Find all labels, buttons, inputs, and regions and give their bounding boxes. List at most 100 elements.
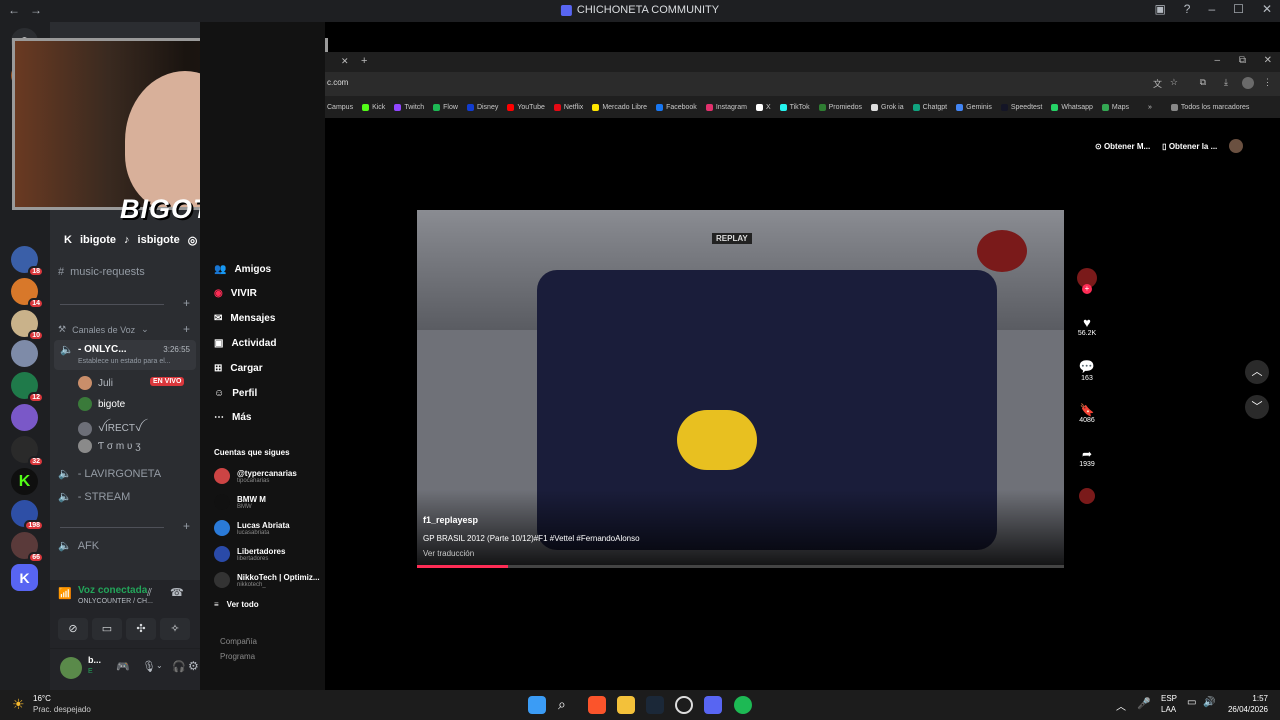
bookmark[interactable]: Disney (466, 103, 498, 111)
server-icon[interactable]: 18 (11, 246, 44, 277)
inbox-icon[interactable]: ▣ (1154, 2, 1165, 16)
server-icon[interactable]: 66 (11, 532, 44, 563)
all-bookmarks[interactable]: Todos los marcadores (1170, 103, 1249, 111)
follow-plus-icon[interactable]: + (1082, 284, 1092, 294)
voice-channel-stream[interactable]: 🔈 - STREAM (58, 490, 130, 504)
camera-off-button[interactable]: ⊘ (58, 618, 88, 640)
soundboard-button[interactable]: ✧ (160, 618, 190, 640)
headphones-icon[interactable]: 🎧 (172, 660, 186, 673)
spotify-icon[interactable] (734, 696, 752, 714)
bookmark[interactable]: Grok ia (871, 103, 904, 111)
get-app-button[interactable]: ▯ Obtener la ... (1162, 142, 1217, 151)
star-icon[interactable]: ☆ (1170, 77, 1178, 88)
bookmark[interactable]: Chatgpt (912, 103, 947, 111)
bookmark[interactable]: Promiedos (818, 103, 862, 111)
server-icon[interactable]: 14 (11, 278, 44, 309)
forward-arrow-icon[interactable]: → (30, 3, 42, 17)
network-icon[interactable]: ▭ (1187, 697, 1196, 708)
avatar[interactable] (60, 657, 82, 679)
bookmark[interactable]: Netflix (553, 103, 583, 111)
comment-button[interactable]: 💬 163 (1077, 359, 1097, 382)
url-text[interactable]: c.com (327, 78, 348, 87)
bookmark[interactable]: Instagram (705, 103, 747, 111)
profile-avatar[interactable] (1242, 77, 1254, 89)
clock-time[interactable]: 1:57 (1252, 694, 1268, 703)
more-bookmarks-icon[interactable]: » (1148, 104, 1152, 111)
screen-share-button[interactable]: ▭ (92, 618, 122, 640)
microphone-in-use-icon[interactable]: 🎤 (1137, 697, 1151, 710)
minimize-button[interactable]: – (1214, 55, 1220, 66)
microphone-icon[interactable]: 🎙 (142, 660, 156, 673)
gamepad-icon[interactable]: 🎮 (116, 660, 130, 673)
following-account[interactable]: NikkoTech | Optimiz... nikkotech_ (214, 572, 320, 588)
activities-button[interactable]: ✣ (126, 618, 156, 640)
voice-user[interactable]: Juli (78, 376, 113, 390)
disconnect-icon[interactable]: ☎ (170, 586, 184, 599)
voice-channel-afk[interactable]: 🔈 AFK (58, 539, 99, 553)
add-channel-icon[interactable]: + (183, 296, 190, 310)
clock-date[interactable]: 26/04/2026 (1228, 705, 1268, 714)
weather-icon[interactable]: ☀ (12, 696, 25, 713)
bookmark[interactable]: Whatsapp (1051, 103, 1093, 111)
minimize-button[interactable]: – (1208, 2, 1215, 16)
following-account[interactable]: Libertadores libertadores (214, 546, 285, 562)
video-author[interactable]: f1_replayesp (423, 515, 478, 525)
progress-track[interactable] (417, 565, 1064, 568)
download-icon[interactable]: ⤓ (1224, 77, 1228, 88)
restore-button[interactable]: ⧉ (1239, 55, 1246, 66)
chevron-down-icon[interactable]: ⌄ (156, 661, 163, 670)
voice-user[interactable]: ꪜIRECTꪜ (78, 418, 142, 439)
bookmark[interactable]: Maps (1101, 103, 1129, 111)
see-all-link[interactable]: ≡ Ver todo (214, 600, 259, 609)
bookmark[interactable]: Twitch (394, 103, 424, 111)
save-button[interactable]: 🔖 4086 (1077, 403, 1097, 424)
nav-profile[interactable]: ☺ Perfil (214, 388, 257, 399)
gear-icon[interactable]: ⚙ (188, 659, 199, 673)
voice-user[interactable]: Ƭ σ m ʋ ʒ (78, 439, 141, 453)
bookmark[interactable]: Campus (327, 104, 353, 111)
bookmark[interactable]: Speedtest (1000, 103, 1042, 111)
like-button[interactable]: ♥ 56.2K (1077, 315, 1097, 337)
profile-avatar[interactable] (1229, 139, 1244, 153)
bookmark[interactable]: TikTok (779, 103, 810, 111)
windows-start-icon[interactable] (528, 696, 546, 714)
weather-temp[interactable]: 16°C (33, 694, 51, 703)
new-tab-icon[interactable]: + (361, 55, 367, 67)
nav-live[interactable]: ◉ VIVIR (214, 288, 257, 299)
bookmark[interactable]: Facebook (656, 103, 697, 111)
author-avatar-button[interactable]: + (1077, 268, 1097, 294)
help-icon[interactable]: ? (1184, 2, 1191, 16)
extensions-icon[interactable]: ⧉ (1200, 77, 1206, 88)
server-icon[interactable]: 32 (11, 436, 44, 467)
bookmark[interactable]: X (755, 103, 771, 111)
menu-icon[interactable]: ⋮ (1263, 77, 1272, 88)
previous-video-button[interactable]: ︿ (1245, 360, 1269, 384)
server-icon[interactable]: 10 (11, 310, 44, 341)
close-button[interactable]: ✕ (1264, 55, 1272, 66)
kick-server-icon[interactable]: K (11, 468, 38, 495)
server-icon[interactable]: 198 (11, 500, 44, 531)
video-player[interactable]: REPLAY f1_replayesp GP BRASIL 2012 (Part… (417, 210, 1064, 568)
chatgpt-icon[interactable] (675, 696, 693, 714)
voice-channel-lavirgoneta[interactable]: 🔈 - LAVIRGONETA (58, 467, 161, 481)
steam-icon[interactable] (646, 696, 664, 714)
close-button[interactable]: ✕ (1262, 2, 1272, 16)
nav-upload[interactable]: ⊞ Cargar (214, 363, 263, 374)
next-video-button[interactable]: ﹀ (1245, 395, 1269, 419)
language-indicator[interactable]: ESP (1161, 694, 1177, 703)
brave-browser-icon[interactable] (588, 696, 606, 714)
nav-amigos[interactable]: 👥 Amigos (214, 264, 271, 275)
server-icon[interactable] (11, 340, 38, 367)
noise-suppression-icon[interactable]: ⫽ (147, 587, 152, 600)
footer-link[interactable]: Programa (220, 652, 255, 661)
file-explorer-icon[interactable] (617, 696, 635, 714)
voice-channel-onlycounter[interactable]: 🔈 - ONLYC... 3:26:55 Establece un estado… (54, 340, 196, 370)
get-coins-button[interactable]: ⊙ Obtener M... (1095, 142, 1150, 151)
search-icon[interactable]: ⌕ (558, 696, 576, 714)
keyboard-layout[interactable]: LAA (1161, 705, 1176, 714)
kick-app-icon[interactable]: K (11, 564, 38, 591)
voice-user[interactable]: bigote (78, 397, 125, 411)
following-account[interactable]: Lucas Abriata lucasabriata (214, 520, 290, 536)
following-account[interactable]: @typercanarias tipocanarias (214, 468, 297, 484)
discord-icon[interactable] (704, 696, 722, 714)
